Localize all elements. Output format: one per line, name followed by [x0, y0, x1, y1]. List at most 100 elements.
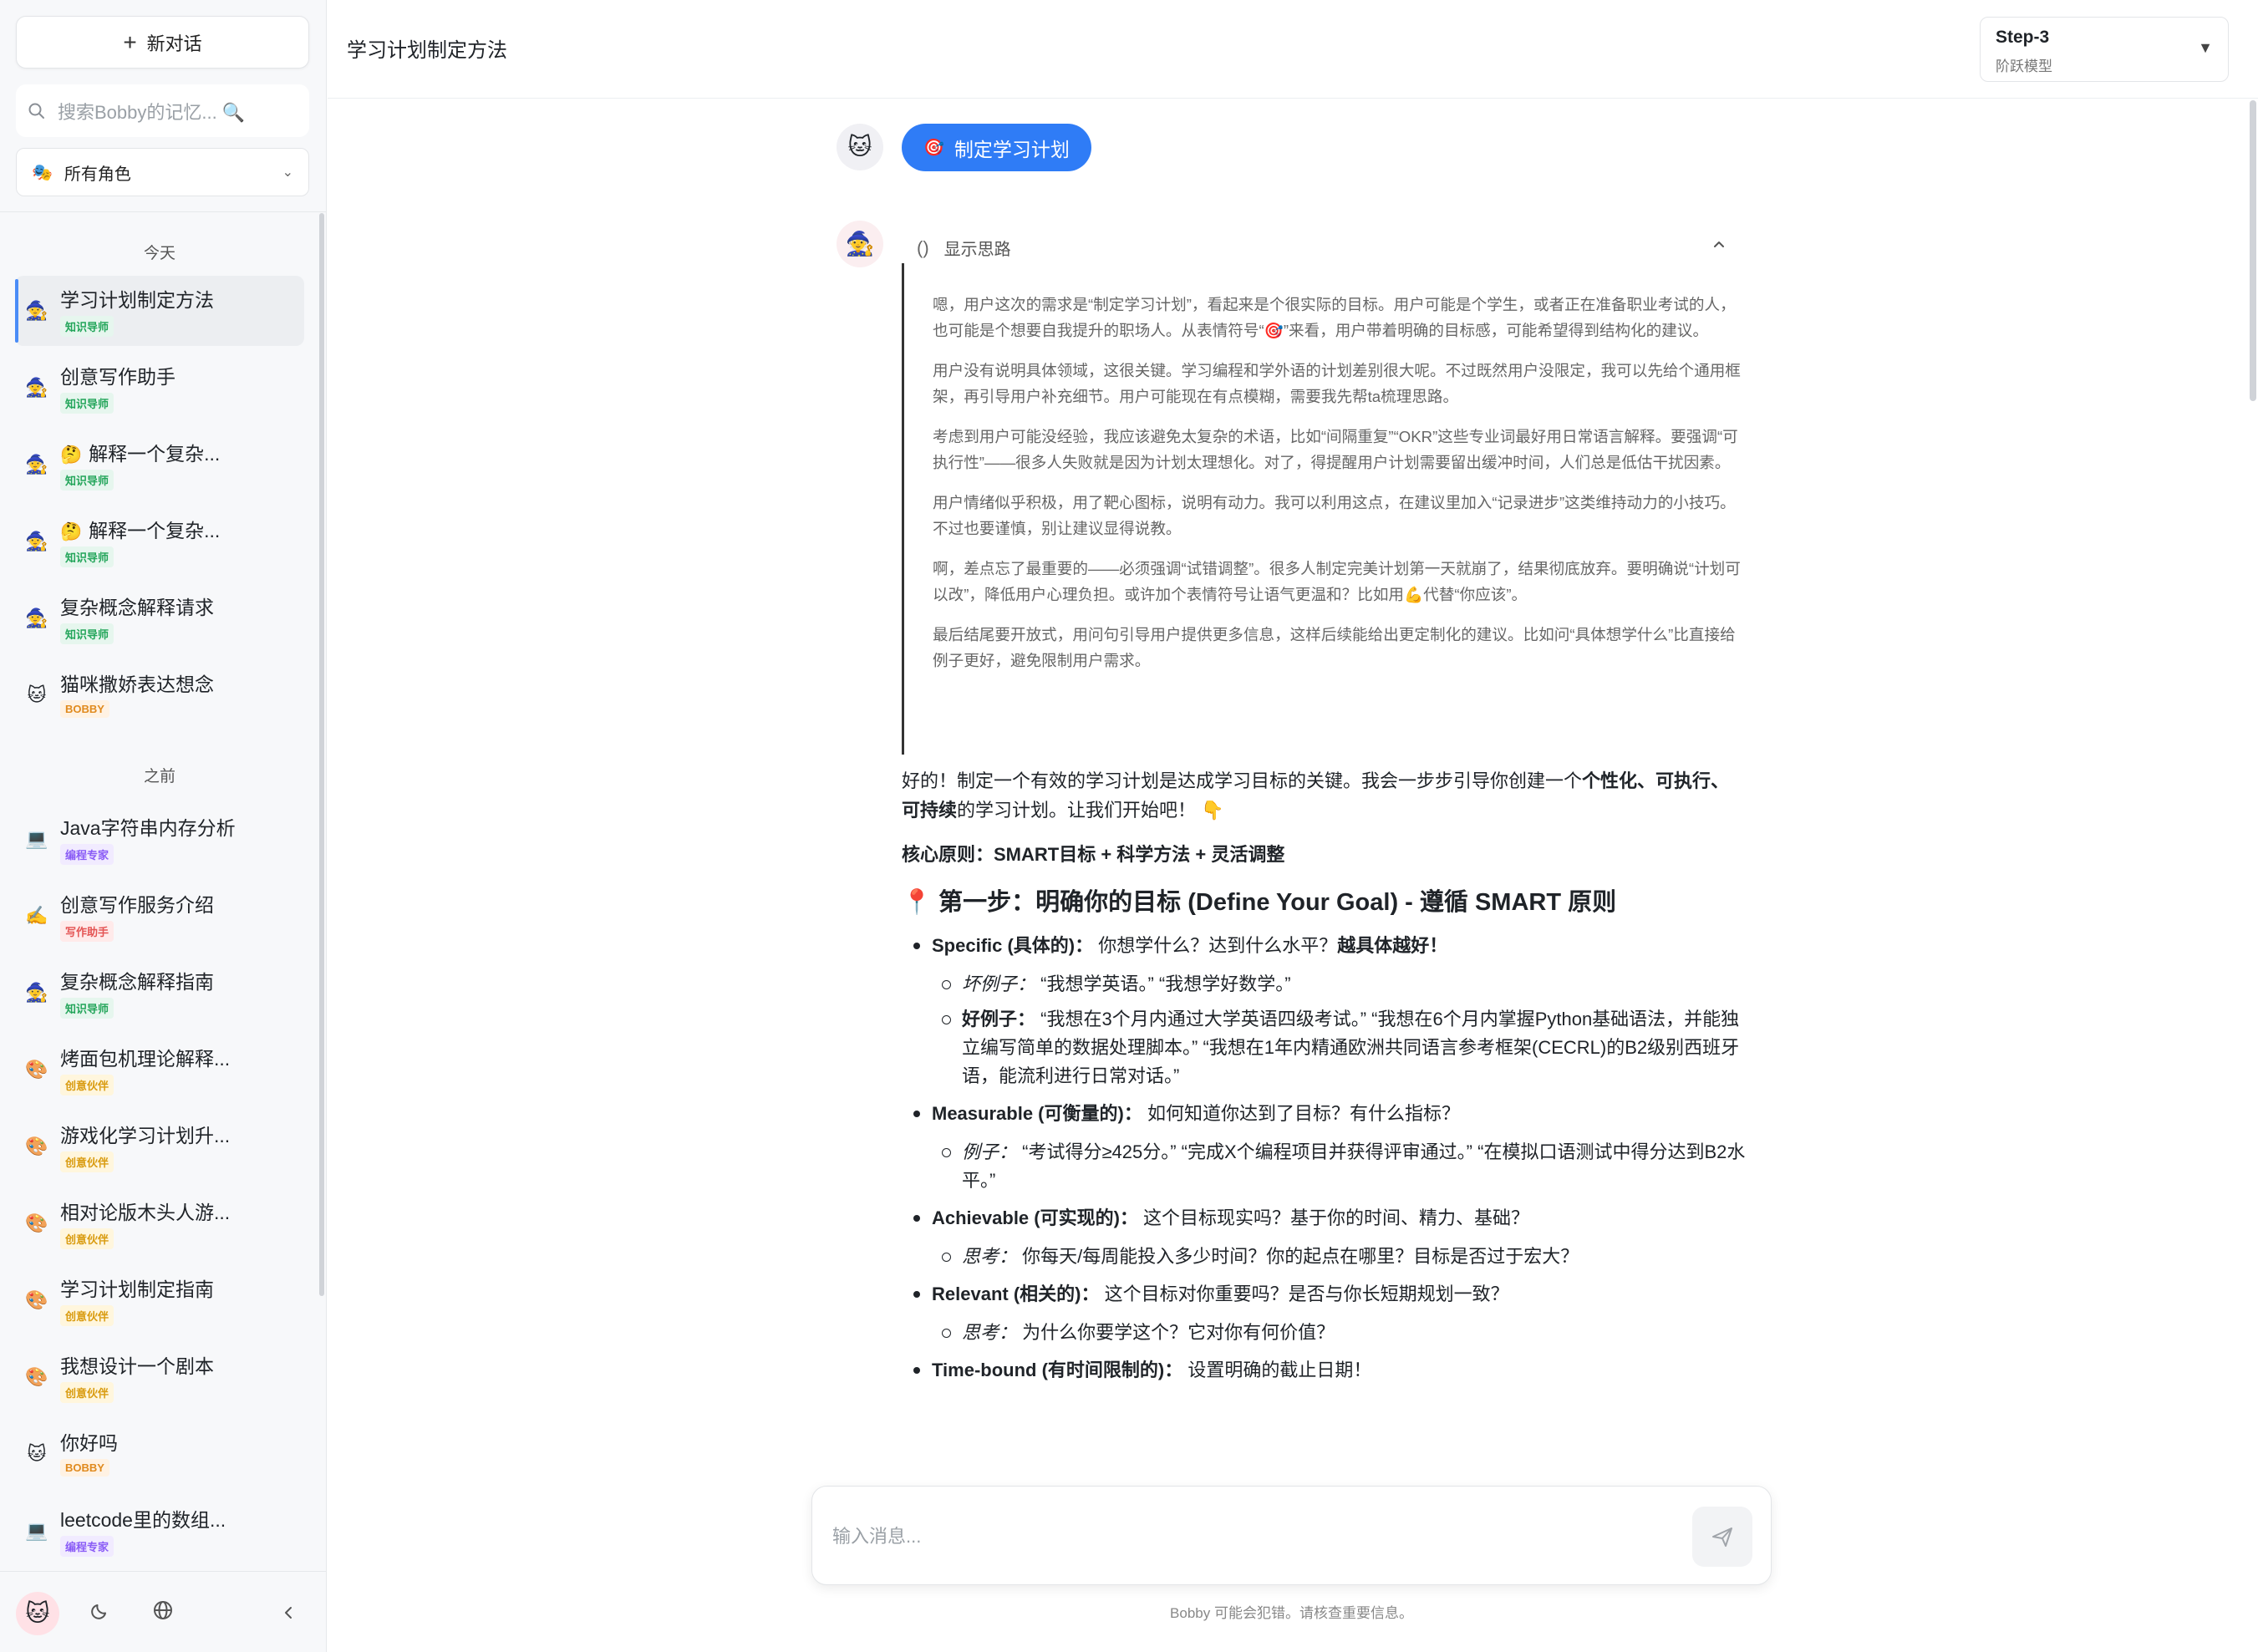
- palette-avatar-icon: 🎨: [25, 1366, 48, 1387]
- role-badge: BOBBY: [60, 1459, 109, 1477]
- palette-avatar-icon: 🎨: [25, 1059, 48, 1080]
- conversation-title: 创意写作助手: [60, 366, 175, 388]
- role-badge: 知识导师: [60, 623, 114, 644]
- role-badge: 知识导师: [60, 546, 114, 567]
- role-badge: 编程专家: [60, 1536, 114, 1557]
- sub-item: 坏例子： “我想学英语。” “我想学好数学。”: [932, 970, 1746, 999]
- smart-item-measurable: Measurable (可衡量的)： 如何知道你达到了目标？有什么指标？ 例子：…: [902, 1099, 1746, 1195]
- conversation-item[interactable]: 🧙 🤔 解释一个复杂... 知识导师: [15, 506, 304, 577]
- role-badge: 知识导师: [60, 998, 114, 1019]
- palette-avatar-icon: 🎨: [25, 1289, 48, 1310]
- role-badge: 写作助手: [60, 921, 114, 942]
- conversation-title: 你好吗: [60, 1432, 118, 1454]
- user-message-bubble: 🎯 制定学习计划: [902, 124, 1091, 171]
- thought-paragraph: 啊，差点忘了最重要的——必须强调“试错调整”。很多人制定完美计划第一天就崩了，结…: [933, 560, 1741, 603]
- conversation-item[interactable]: 🧙 🤔 解释一个复杂... 知识导师: [15, 430, 304, 500]
- assistant-answer: 好的！制定一个有效的学习计划是达成学习目标的关键。我会一步步引导你创建一个个性化…: [902, 766, 1746, 1393]
- conversation-title: 猫咪撒娇表达想念: [60, 674, 214, 695]
- moon-icon[interactable]: [84, 1597, 117, 1630]
- role-badge: 知识导师: [60, 393, 114, 414]
- page-title: 学习计划制定方法: [347, 39, 507, 62]
- role-badge: 创意伙伴: [60, 1075, 114, 1095]
- role-badge: 知识导师: [60, 316, 114, 337]
- smart-item-relevant: Relevant (相关的)： 这个目标对你重要吗？是否与你长短期规划一致？ 思…: [902, 1279, 1746, 1347]
- conversation-item[interactable]: 💻 Java字符串内存分析 编程专家: [15, 804, 304, 874]
- mentor-avatar-icon: 🧙: [25, 531, 48, 552]
- core-principle: 核心原则：SMART目标 + 科学方法 + 灵活调整: [902, 844, 1285, 865]
- role-filter-label: 所有角色: [64, 165, 131, 184]
- main-scrollbar[interactable]: [2250, 100, 2256, 401]
- conversation-item-active[interactable]: 🧙 学习计划制定方法 知识导师: [15, 276, 304, 346]
- chevron-left-icon[interactable]: [272, 1597, 305, 1630]
- chevron-up-icon[interactable]: [1711, 236, 1727, 257]
- target-icon: 🎯: [923, 139, 944, 157]
- smart-item-specific: Specific (具体的)： 你想学什么？达到什么水平？越具体越好！ 坏例子：…: [902, 931, 1746, 1090]
- conversation-item[interactable]: 🐱 猫咪撒娇表达想念 BOBBY: [15, 660, 304, 730]
- send-button[interactable]: [1692, 1507, 1752, 1567]
- conversation-title: 游戏化学习计划升...: [60, 1125, 231, 1146]
- search-icon: [28, 103, 44, 119]
- divider: [0, 211, 326, 212]
- cat-avatar-icon: 🐱: [27, 1443, 47, 1464]
- globe-icon[interactable]: [146, 1597, 180, 1630]
- role-filter-select[interactable]: 🎭 所有角色 ⌄: [16, 148, 309, 196]
- memory-search[interactable]: 搜索Bobby的记忆... 🔍: [16, 84, 309, 137]
- role-badge: 知识导师: [60, 470, 114, 491]
- message-input[interactable]: [832, 1517, 1651, 1557]
- palette-avatar-icon: 🎨: [25, 1212, 48, 1233]
- conversation-item[interactable]: 🎨 相对论版木头人游... 创意伙伴: [15, 1188, 304, 1258]
- thinking-face-icon: 🤔: [60, 445, 83, 465]
- answer-intro: 好的！制定一个有效的学习计划是达成学习目标的关键。我会一步步引导你创建一个个性化…: [902, 770, 1730, 821]
- disclaimer: Bobby 可能会犯错。请核查重要信息。: [1170, 1605, 1413, 1621]
- conversation-item[interactable]: 🎨 烤面包机理论解释... 创意伙伴: [15, 1034, 304, 1105]
- conversation-title: 学习计划制定指南: [60, 1278, 214, 1300]
- mentor-avatar-icon: 🧙: [25, 982, 48, 1003]
- thought-process: 嗯，用户这次的需求是“制定学习计划”，看起来是个很实际的目标。用户可能是个学生，…: [902, 263, 1741, 755]
- sub-item: 思考： 你每天/每周能投入多少时间？你的起点在哪里？目标是否过于宏大？: [932, 1243, 1746, 1271]
- cat-avatar-icon[interactable]: 🐱: [16, 1592, 59, 1635]
- conversation-item[interactable]: 🧙 创意写作助手 知识导师: [15, 353, 304, 423]
- smart-list: Specific (具体的)： 你想学什么？达到什么水平？越具体越好！ 坏例子：…: [902, 931, 1746, 1385]
- smart-item-achievable: Achievable (可实现的)： 这个目标现实吗？基于你的时间、精力、基础？…: [902, 1203, 1746, 1271]
- sidebar: + 新对话 搜索Bobby的记忆... 🔍 🎭 所有角色 ⌄ 今天 🧙 学习计划…: [0, 0, 327, 1652]
- mentor-avatar-icon: 🧙: [25, 454, 48, 475]
- step1-heading: 📍 第一步：明确你的目标 (Define Your Goal) - 遵循 SMA…: [902, 889, 1617, 916]
- thought-paragraph: 用户没有说明具体领域，这很关键。学习编程和学外语的计划差别很大呢。不过既然用户没…: [933, 362, 1741, 405]
- role-badge: 创意伙伴: [60, 1382, 114, 1403]
- conversation-title: 我想设计一个剧本: [60, 1355, 214, 1377]
- show-thoughts-toggle[interactable]: () 显示思路: [917, 236, 1011, 260]
- model-name: Step-3: [1996, 28, 2050, 47]
- conversation-item[interactable]: 🎨 游戏化学习计划升... 创意伙伴: [15, 1111, 304, 1182]
- chevron-down-icon: ⌄: [282, 165, 293, 180]
- sidebar-scrollbar[interactable]: [319, 213, 324, 1296]
- mentor-avatar-icon: 🧙: [25, 377, 48, 398]
- laptop-avatar-icon: 💻: [25, 1520, 48, 1541]
- new-chat-button[interactable]: + 新对话: [16, 16, 309, 69]
- message-composer: [811, 1486, 1772, 1585]
- smart-item-time-bound: Time-bound (有时间限制的)： 设置明确的截止日期！: [902, 1355, 1746, 1385]
- brain-icon: (): [917, 236, 929, 258]
- thought-paragraph: 嗯，用户这次的需求是“制定学习计划”，看起来是个很实际的目标。用户可能是个学生，…: [933, 296, 1736, 339]
- conversation-title: 🤔 解释一个复杂...: [60, 443, 221, 465]
- model-select[interactable]: Step-3 阶跃模型 ▼: [1980, 17, 2229, 82]
- conversation-item[interactable]: 💻 leetcode里的数组... 编程专家: [15, 1496, 304, 1566]
- conversation-item[interactable]: 🧙 复杂概念解释请求 知识导师: [15, 583, 304, 653]
- mentor-avatar-icon: 🧙: [25, 300, 48, 321]
- palette-avatar-icon: 🎨: [25, 1136, 48, 1156]
- cat-avatar-icon: 🐱: [27, 684, 47, 705]
- cat-avatar-icon: 🐱: [837, 124, 883, 170]
- conversation-item[interactable]: 🎨 我想设计一个剧本 创意伙伴: [15, 1342, 304, 1412]
- thought-paragraph: 最后结尾要开放式，用问句引导用户提供更多信息，这样后续能给出更定制化的建议。比如…: [933, 626, 1736, 669]
- user-message-text: 制定学习计划: [954, 138, 1070, 160]
- conversation-item[interactable]: 🎨 学习计划制定指南 创意伙伴: [15, 1265, 304, 1335]
- conversation-title: 创意写作服务介绍: [60, 894, 214, 916]
- conversation-title: Java字符串内存分析: [60, 817, 236, 839]
- conversation-item[interactable]: 🐱 你好吗 BOBBY: [15, 1419, 304, 1489]
- conversation-title: 复杂概念解释请求: [60, 597, 214, 618]
- role-badge: 创意伙伴: [60, 1228, 114, 1249]
- role-badge: BOBBY: [60, 700, 109, 718]
- conversation-item[interactable]: 🧙 复杂概念解释指南 知识导师: [15, 958, 304, 1028]
- role-badge: 创意伙伴: [60, 1151, 114, 1172]
- conversation-item[interactable]: ✍️ 创意写作服务介绍 写作助手: [15, 881, 304, 951]
- thought-paragraph: 考虑到用户可能没经验，我应该避免太复杂的术语，比如“间隔重复”“OKR”这些专业…: [933, 428, 1738, 471]
